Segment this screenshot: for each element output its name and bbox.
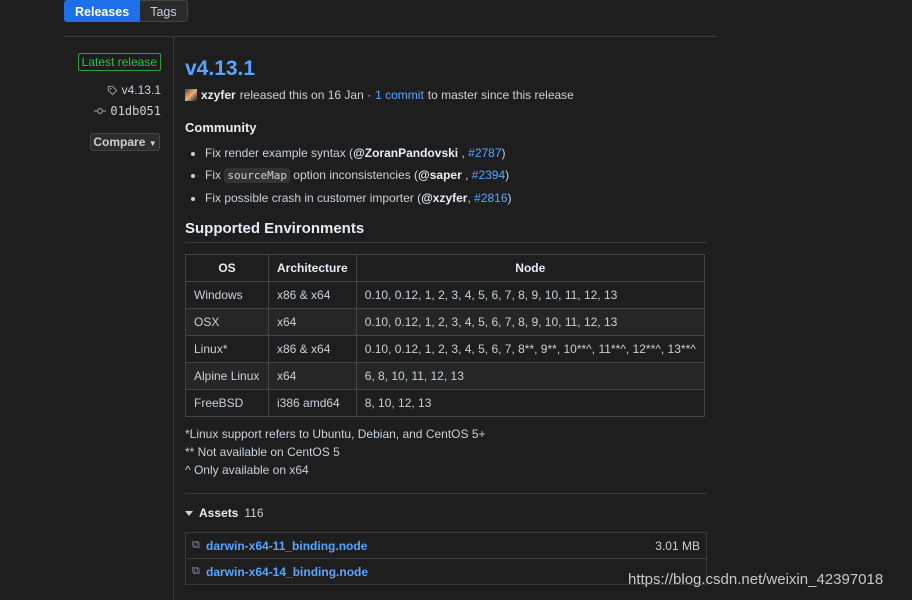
- since-text: to master since this release: [427, 88, 574, 102]
- release-commit-label: 01db051: [110, 104, 161, 118]
- issue-link[interactable]: #2787: [468, 146, 501, 160]
- cell-node: 0.10, 0.12, 1, 2, 3, 4, 5, 6, 7, 8, 9, 1…: [355, 308, 705, 336]
- commit-icon: [94, 107, 107, 115]
- cell-os: Linux*: [185, 335, 269, 363]
- note-line: ^ Only available on x64: [185, 463, 309, 477]
- assets-heading: Assets: [199, 506, 239, 520]
- table-header-row: OS Architecture Node: [185, 254, 705, 282]
- column-header: OS: [185, 254, 269, 282]
- cell-arch: x64: [268, 308, 357, 336]
- tab-releases[interactable]: Releases: [64, 0, 141, 22]
- cell-node: 0.10, 0.12, 1, 2, 3, 4, 5, 6, 7, 8**, 9*…: [355, 335, 705, 363]
- environments-table: OS Architecture Node Windows x86 & x64 0…: [185, 254, 705, 417]
- changes-list: Fix render example syntax (@ZoranPandovs…: [185, 145, 707, 206]
- cell-os: Alpine Linux: [185, 362, 269, 390]
- asset-link[interactable]: darwin-x64-14_binding.node: [206, 565, 700, 579]
- watermark: https://blog.csdn.net/weixin_42397018: [628, 571, 884, 588]
- environment-notes: *Linux support refers to Ubuntu, Debian,…: [185, 425, 707, 479]
- community-heading: Community: [185, 120, 257, 135]
- tag-icon: [107, 85, 118, 95]
- release-tag[interactable]: v4.13.1: [107, 83, 161, 97]
- column-divider: [173, 37, 174, 600]
- issue-link[interactable]: #2816: [474, 191, 507, 205]
- compare-button-label: Compare: [93, 135, 146, 149]
- cell-arch: x64: [268, 362, 357, 390]
- user-mention[interactable]: @xzyfer: [421, 191, 467, 205]
- note-line: *Linux support refers to Ubuntu, Debian,…: [185, 427, 486, 441]
- asset-row: ⧉ darwin-x64-11_binding.node 3.01 MB: [186, 533, 706, 559]
- cell-arch: x86 & x64: [268, 335, 357, 363]
- assets-count: 116: [244, 506, 264, 520]
- table-row: Windows x86 & x64 0.10, 0.12, 1, 2, 3, 4…: [185, 281, 705, 309]
- assets-toggle[interactable]: Assets 116: [185, 506, 707, 520]
- caret-down-icon: ▼: [148, 139, 157, 148]
- table-row: FreeBSD i386 amd64 8, 10, 12, 13: [185, 389, 705, 417]
- tab-tags[interactable]: Tags: [140, 0, 188, 22]
- cell-arch: i386 amd64: [268, 389, 357, 417]
- list-item: Fix sourceMap option inconsistencies (@s…: [205, 167, 707, 184]
- column-header: Architecture: [268, 254, 357, 282]
- top-divider: [64, 36, 717, 37]
- release-byline: xzyfer released this on 16 Jan · 1 commi…: [185, 88, 707, 102]
- table-row: Linux* x86 & x64 0.10, 0.12, 1, 2, 3, 4,…: [185, 335, 705, 363]
- release-tabs: Releases Tags: [64, 0, 188, 22]
- triangle-down-icon: [185, 510, 193, 516]
- commit-count-link[interactable]: 1 commit: [375, 88, 424, 102]
- cell-os: FreeBSD: [185, 389, 269, 417]
- release-commit[interactable]: 01db051: [94, 104, 161, 118]
- avatar[interactable]: [185, 89, 197, 101]
- release-body: v4.13.1 xzyfer released this on 16 Jan ·…: [185, 56, 707, 585]
- page: Releases Tags Latest release v4.13.1 01d…: [0, 0, 912, 600]
- compare-button[interactable]: Compare ▼: [90, 133, 160, 151]
- release-tag-label: v4.13.1: [121, 83, 161, 97]
- asset-size: 3.01 MB: [655, 538, 700, 553]
- release-title[interactable]: v4.13.1: [185, 56, 707, 82]
- table-row: Alpine Linux x64 6, 8, 10, 11, 12, 13: [185, 362, 705, 390]
- list-item: Fix render example syntax (@ZoranPandovs…: [205, 145, 707, 161]
- inline-code: sourceMap: [224, 168, 290, 183]
- asset-link[interactable]: darwin-x64-11_binding.node: [206, 539, 655, 553]
- released-text: released this on 16 Jan ·: [239, 88, 372, 102]
- cell-node: 8, 10, 12, 13: [355, 389, 705, 417]
- issue-link[interactable]: #2394: [472, 168, 505, 182]
- cell-node: 6, 8, 10, 11, 12, 13: [355, 362, 705, 390]
- cell-node: 0.10, 0.12, 1, 2, 3, 4, 5, 6, 7, 8, 9, 1…: [355, 281, 705, 309]
- package-icon: ⧉: [192, 565, 200, 577]
- cell-os: OSX: [185, 308, 269, 336]
- cell-arch: x86 & x64: [268, 281, 357, 309]
- package-icon: ⧉: [192, 539, 200, 551]
- user-mention[interactable]: @ZoranPandovski: [353, 146, 458, 160]
- cell-os: Windows: [185, 281, 269, 309]
- column-header: Node: [355, 254, 705, 282]
- user-mention[interactable]: @saper: [418, 168, 462, 182]
- table-row: OSX x64 0.10, 0.12, 1, 2, 3, 4, 5, 6, 7,…: [185, 308, 705, 336]
- assets-divider: [185, 493, 707, 494]
- release-author[interactable]: xzyfer: [201, 88, 236, 102]
- note-line: ** Not available on CentOS 5: [185, 445, 340, 459]
- list-item: Fix possible crash in customer importer …: [205, 190, 707, 206]
- latest-release-badge: Latest release: [77, 53, 161, 71]
- environments-heading: Supported Environments: [185, 220, 707, 243]
